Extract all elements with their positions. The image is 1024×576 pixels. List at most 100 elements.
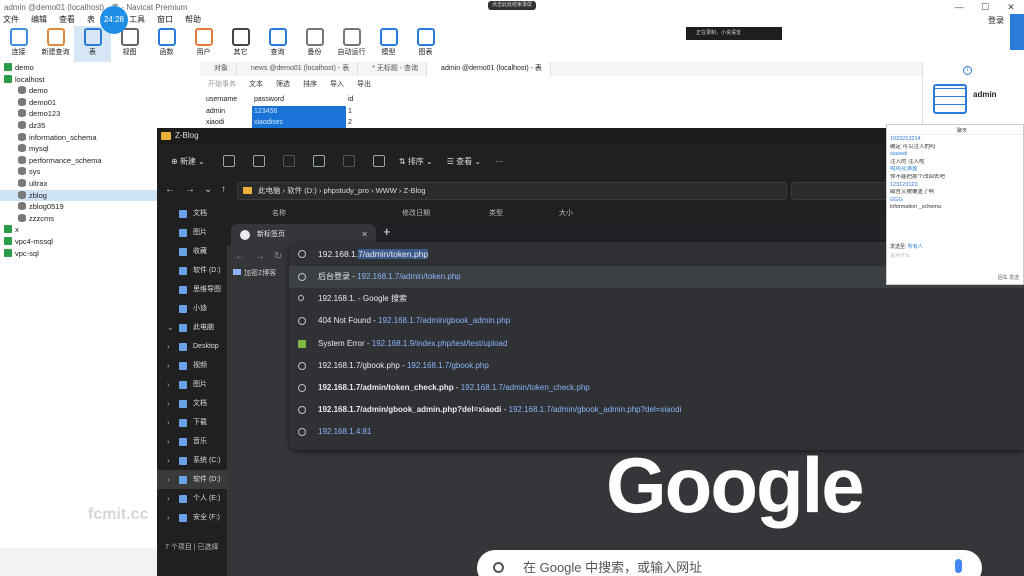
paste-icon[interactable] [282,155,295,167]
breadcrumb-item[interactable]: WWW [376,186,397,195]
nav-pane-item[interactable]: 图片 [157,223,227,242]
omnibox-suggestion[interactable]: 192.168.1.7/admin/token_check.php - 192.… [289,377,1024,399]
breadcrumb-item[interactable]: 软件 (D:) [287,186,317,195]
toolbar-button-connection[interactable]: 连接 [0,26,37,62]
tab-untitled-query[interactable]: * 无标题 - 查询 [358,62,428,76]
chevron-icon[interactable]: › [167,356,170,375]
toolbar-button-backup[interactable]: 备份 [296,26,333,62]
bookmark-item[interactable]: 加密Z博客 [233,269,276,277]
toolbar-button-other[interactable]: 其它 [222,26,259,62]
tree-item[interactable]: demo [0,85,200,97]
address-bar[interactable]: 此电脑 › 软件 (D:) › phpstudy_pro › WWW › Z-B… [237,182,787,200]
info-icon[interactable]: i [963,66,972,75]
nav-pane-item[interactable]: › 文档 [157,394,227,413]
omnibox-suggestion[interactable]: System Error - 192.168.1.9/index.php/tes… [289,333,1024,355]
menu-view[interactable]: 查看 [56,14,84,26]
nav-pane-item[interactable]: › 视频 [157,356,227,375]
google-search-box[interactable]: 在 Google 中搜索，或输入网址 [477,550,982,576]
chat-send-hint[interactable]: 回车 发送 [998,274,1019,281]
grid-cell[interactable]: xiaodi [204,117,252,129]
toolbar-button-function[interactable]: 函数 [148,26,185,62]
breadcrumb-item[interactable]: 此电脑 [258,186,281,195]
toolbar-button-query[interactable]: 查询 [259,26,296,62]
table-row[interactable]: xiaodi xiaodisec 2 [204,117,362,129]
chevron-icon[interactable]: › [167,432,170,451]
maximize-icon[interactable]: ☐ [972,0,998,14]
nav-pane-item[interactable]: › Desktop [157,337,227,356]
column-modified[interactable]: 修改日期 [402,208,489,218]
explorer-search-input[interactable] [791,182,888,200]
grid-cell[interactable]: xiaodisec [252,117,346,129]
export-button[interactable]: 导出 [349,78,376,92]
omnibox-suggestion[interactable]: 192.168.1. - Google 搜索 [289,288,1024,310]
nav-pane-item[interactable]: › 音乐 [157,432,227,451]
omnibox-suggestion[interactable]: 192.168.1.7/admin/gbook_admin.php?del=xi… [289,399,1024,421]
nav-pane-item[interactable]: ⌄ 此电脑 [157,318,227,337]
toolbar-button-automation[interactable]: 自动运行 [333,26,370,62]
menu-edit[interactable]: 编辑 [28,14,56,26]
microphone-icon[interactable] [955,559,962,573]
sort-button[interactable]: 排序 [295,78,322,92]
grid-cell[interactable]: admin [204,106,252,118]
grid-cell[interactable]: 123456 [252,105,346,117]
nav-pane-item[interactable]: 软件 (D:) [157,261,227,280]
chevron-icon[interactable]: › [167,413,170,432]
omnibox-suggestion[interactable]: 404 Not Found - 192.168.1.7/admin/gbook_… [289,310,1024,332]
toolbar-button-model[interactable]: 模型 [370,26,407,62]
omnibox-suggestion[interactable]: 192.168.1.7/gbook.php - 192.168.1.7/gboo… [289,355,1024,377]
chevron-icon[interactable]: › [167,394,170,413]
chat-input[interactable]: 说点什么 [890,252,910,259]
menu-file[interactable]: 文件 [0,14,28,26]
share-icon[interactable] [342,155,355,167]
chevron-icon[interactable]: › [167,337,170,356]
sort-button[interactable]: ⇅ 排序 ⌄ [399,156,433,167]
up-arrow-icon[interactable]: ↑ [221,184,226,195]
import-button[interactable]: 导入 [322,78,349,92]
tab-news-table[interactable]: news @demo01 (localhost) - 表 [237,62,359,76]
menu-window[interactable]: 窗口 [154,14,182,26]
toolbar-button-chart[interactable]: 图表 [407,26,444,62]
chevron-down-icon[interactable]: ⌄ [204,184,212,195]
new-tab-button[interactable]: + [383,224,391,239]
breadcrumb-item[interactable]: phpstudy_pro [323,186,368,195]
column-size[interactable]: 大小 [559,208,573,218]
omnibox-suggestion[interactable]: 192.168.1.4:81 [289,421,1024,443]
close-icon[interactable]: ✕ [998,0,1024,14]
cut-icon[interactable] [222,155,235,167]
tree-item[interactable]: demo01 [0,97,200,109]
nav-pane-item[interactable]: › 下载 [157,413,227,432]
text-button[interactable]: 文本 [241,78,268,92]
send-to-select[interactable]: 所有人 [908,244,923,250]
column-type[interactable]: 类型 [489,208,559,218]
delete-icon[interactable] [372,155,385,167]
nav-pane-item[interactable]: › 个人 (E:) [157,489,227,508]
tab-admin-table[interactable]: admin @demo01 (localhost) - 表 [427,62,551,76]
chevron-icon[interactable]: › [167,451,170,470]
tab-objects[interactable]: 对象 [200,62,237,76]
column-header[interactable]: username [204,94,252,106]
breadcrumb-item[interactable]: Z-Blog [403,186,425,195]
nav-pane-item[interactable]: › 系统 (C:) [157,451,227,470]
grid-cell[interactable]: 2 [346,117,362,129]
forward-arrow-icon[interactable]: → [185,184,195,195]
nav-pane-item[interactable]: › 软件 (D:) [157,470,227,489]
nav-pane-item[interactable]: 思维导图 [157,280,227,299]
grid-cell[interactable]: 1 [346,106,362,118]
column-header[interactable]: password [252,94,346,106]
reload-icon[interactable]: ↻ [274,251,282,262]
recording-stop-button[interactable]: 点击此处结束录屏 [488,1,536,10]
chevron-icon[interactable]: › [167,508,170,527]
column-header[interactable]: id [346,94,362,106]
view-button[interactable]: ☰ 查看 ⌄ [447,156,481,167]
rename-icon[interactable] [312,155,325,167]
nav-pane-item[interactable]: › 安全 (F:) [157,508,227,527]
menu-help[interactable]: 帮助 [182,14,210,26]
copy-icon[interactable] [252,155,265,167]
chevron-icon[interactable]: › [167,470,170,489]
back-arrow-icon[interactable]: ← [235,251,245,262]
chevron-icon[interactable]: › [167,375,170,394]
tree-item[interactable]: localhost [0,74,200,86]
nav-pane-item[interactable]: 文档 [157,204,227,223]
nav-pane-item[interactable]: 小迪 [157,299,227,318]
tree-item[interactable]: demo123 [0,108,200,120]
